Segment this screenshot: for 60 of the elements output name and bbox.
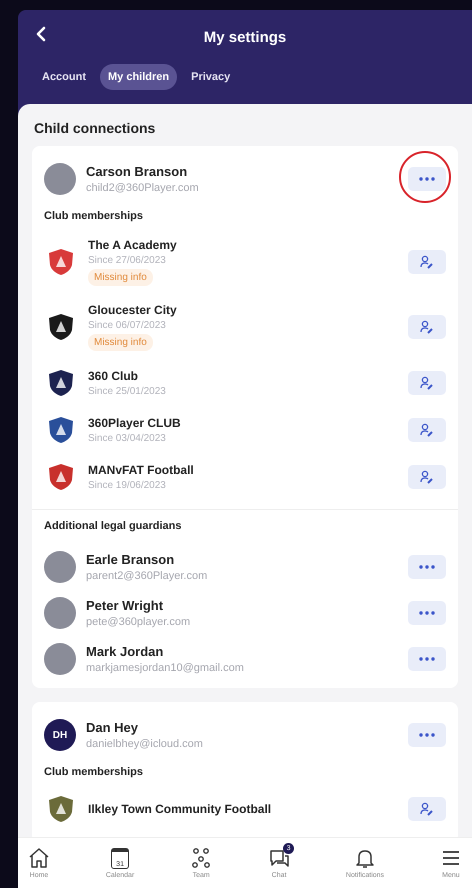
avatar-placeholder [44, 643, 76, 675]
edit-user-button[interactable] [408, 797, 446, 821]
club-name: 360 Club [88, 369, 138, 383]
more-icon [419, 177, 435, 181]
edit-user-button[interactable] [408, 465, 446, 489]
edit-user-icon [420, 423, 434, 437]
initials-avatar: DH [44, 719, 76, 751]
edit-user-icon [420, 470, 434, 484]
edit-user-button[interactable] [408, 250, 446, 274]
club-name: MANvFAT Football [88, 463, 194, 477]
guardian-email: markjamesjordan10@gmail.com [86, 662, 245, 674]
club-name: 360Player CLUB [88, 416, 181, 430]
child-name: Dan Hey [86, 720, 140, 735]
more-icon [419, 611, 435, 615]
edit-user-icon [420, 255, 434, 269]
club-name: Gloucester City [88, 303, 177, 317]
subsection-heading: Club memberships [44, 210, 144, 222]
edit-user-button[interactable] [408, 418, 446, 442]
avatar-placeholder [44, 163, 76, 195]
edit-user-button[interactable] [408, 371, 446, 395]
child-email: child2@360Player.com [86, 182, 200, 194]
more-button[interactable] [408, 167, 446, 191]
more-icon [419, 565, 435, 569]
edit-user-icon [420, 376, 434, 390]
club-name: Ilkley Town Community Football [88, 802, 272, 816]
member-since: Since 19/06/2023 [88, 480, 166, 491]
member-since: Since 27/06/2023 [88, 255, 166, 266]
edit-user-button[interactable] [408, 315, 446, 339]
club-name: The A Academy [88, 238, 177, 252]
more-button[interactable] [408, 601, 446, 625]
member-since: Since 03/04/2023 [88, 433, 166, 444]
more-icon [419, 657, 435, 661]
more-icon [419, 733, 435, 737]
tab[interactable]: Privacy [183, 64, 238, 90]
guardian-email: pete@360player.com [86, 616, 192, 628]
more-button[interactable] [408, 555, 446, 579]
tab[interactable]: My children [100, 64, 178, 90]
guardian-name: Peter Wright [86, 598, 164, 613]
missing-info-badge: Missing info [88, 269, 153, 286]
team-icon [190, 847, 212, 869]
more-button[interactable] [408, 723, 446, 747]
child-email: danielbhey@icloud.com [86, 738, 204, 750]
missing-info-badge: Missing info [88, 334, 153, 351]
edit-user-icon [420, 320, 434, 334]
child-name: Carson Branson [86, 164, 188, 179]
guardian-email: parent2@360Player.com [86, 570, 208, 582]
avatar-placeholder [44, 551, 76, 583]
tab[interactable]: Account [34, 64, 94, 90]
subsection-heading: Club memberships [44, 766, 144, 778]
section-title: Child connections [34, 120, 156, 136]
member-since: Since 25/01/2023 [88, 386, 166, 397]
subsection-heading: Additional legal guardians [44, 520, 183, 532]
screen-title: My settings [204, 28, 286, 46]
edit-user-icon [420, 802, 434, 816]
member-since: Since 06/07/2023 [88, 320, 166, 331]
guardian-name: Mark Jordan [86, 644, 164, 659]
home-icon [28, 847, 50, 869]
more-button[interactable] [408, 647, 446, 671]
avatar-placeholder [44, 597, 76, 629]
guardian-name: Earle Branson [86, 552, 176, 567]
